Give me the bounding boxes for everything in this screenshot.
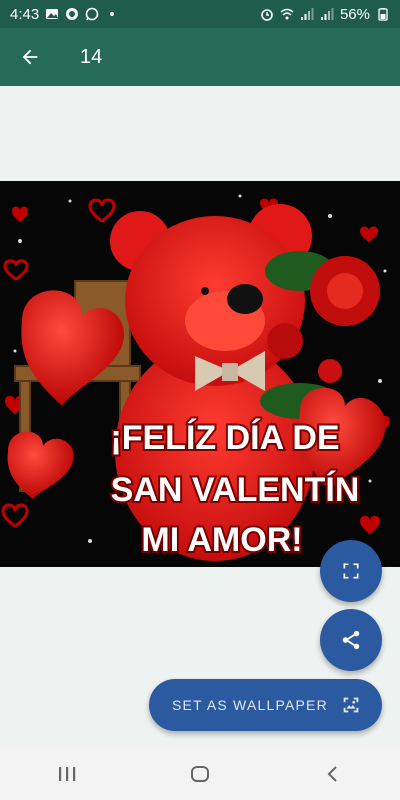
wallpaper-icon (343, 697, 359, 713)
signal-icon (300, 8, 314, 20)
status-time: 4:43 (10, 5, 40, 23)
set-wallpaper-button[interactable]: SET AS WALLPAPER (149, 679, 382, 731)
back-icon (327, 766, 338, 782)
share-button[interactable] (320, 609, 382, 671)
dot-icon (110, 12, 115, 16)
arrow-left-icon (22, 49, 38, 65)
wallpaper-text-line2: SAN VALENTÍN (111, 471, 360, 509)
whatsapp-icon (85, 7, 99, 21)
recents-icon (58, 767, 75, 781)
system-back-button[interactable] (303, 754, 363, 794)
home-button[interactable] (170, 754, 230, 794)
back-button[interactable] (0, 28, 60, 86)
system-nav-bar (0, 748, 400, 800)
set-wallpaper-label: SET AS WALLPAPER (172, 697, 328, 713)
battery-percent: 56% (339, 5, 370, 23)
recents-button[interactable] (37, 754, 97, 794)
battery-icon (378, 8, 388, 21)
app-bar: 14 (0, 28, 400, 86)
wallpaper-text-line3: MI AMOR! (141, 521, 302, 559)
share-icon (342, 630, 360, 650)
valentine-bear-illustration: ¡FELÍZ DÍA DE SAN VALENTÍN MI AMOR! (0, 181, 400, 567)
image-icon (46, 9, 59, 19)
wallpaper-image[interactable]: ¡FELÍZ DÍA DE SAN VALENTÍN MI AMOR! (0, 181, 400, 567)
status-bar: 4:43 56% (0, 0, 400, 28)
fullscreen-button[interactable] (320, 540, 382, 602)
wifi-icon (280, 8, 294, 20)
alarm-icon (261, 9, 273, 21)
page-title: 14 (80, 45, 103, 68)
fullscreen-icon (343, 563, 359, 579)
home-icon (190, 766, 209, 782)
signal-icon (320, 8, 334, 20)
wallpaper-text-line1: ¡FELÍZ DÍA DE (110, 419, 339, 457)
chat-icon (66, 8, 79, 20)
